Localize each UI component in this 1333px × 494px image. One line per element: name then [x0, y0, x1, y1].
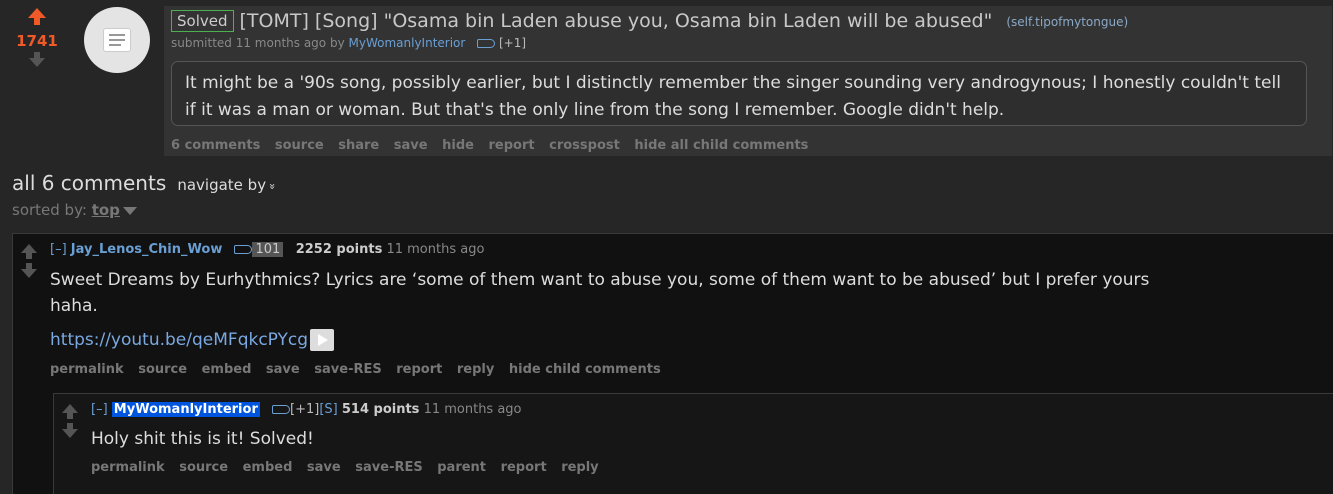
- comment-body: Sweet Dreams by Eurhythmics? Lyrics are …: [50, 267, 1170, 353]
- parent-button[interactable]: parent: [437, 460, 486, 475]
- embed-button[interactable]: embed: [202, 362, 252, 377]
- comment-tagline: [–] Jay_Lenos_Chin_Wow 101 2252 points 1…: [50, 242, 484, 257]
- comment-tagline: [–] MyWomanlyInterior [+1][S] 514 points…: [91, 402, 522, 417]
- chevron-down-icon: »: [265, 183, 279, 190]
- comment-points: 514 points: [341, 402, 420, 417]
- comments-count-title: all 6 comments: [12, 171, 167, 195]
- source-button[interactable]: source: [179, 460, 228, 475]
- solved-flair: Solved: [171, 10, 234, 32]
- user-vote-count: 101: [252, 242, 284, 257]
- post-title[interactable]: [TOMT] [Song] "Osama bin Laden abuse you…: [240, 10, 993, 32]
- author-vote-tag: [+1]: [498, 36, 527, 50]
- self-post-thumbnail-icon[interactable]: [84, 7, 150, 73]
- comment: [–] Jay_Lenos_Chin_Wow 101 2252 points 1…: [12, 233, 1333, 494]
- source-button[interactable]: source: [275, 138, 324, 153]
- sort-dropdown[interactable]: top: [92, 201, 120, 219]
- comments-link[interactable]: 6 comments: [171, 138, 260, 153]
- save-button[interactable]: save: [394, 138, 428, 153]
- reply-button[interactable]: reply: [561, 460, 598, 475]
- post-author[interactable]: MyWomanlyInterior: [349, 36, 466, 50]
- hide-child-comments-button[interactable]: hide child comments: [509, 362, 661, 377]
- upvote-arrow-icon[interactable]: [21, 244, 41, 259]
- permalink-button[interactable]: permalink: [91, 460, 165, 475]
- post-container: Solved [TOMT] [Song] "Osama bin Laden abu…: [164, 6, 1332, 156]
- post-selftext: It might be a '90s song, possibly earlie…: [171, 61, 1307, 126]
- navigate-by-button[interactable]: navigate by»: [177, 176, 279, 194]
- save-res-button[interactable]: save-RES: [314, 362, 381, 377]
- hide-all-child-comments-button[interactable]: hide all child comments: [634, 138, 808, 153]
- tagline-prefix: submitted 11 months ago by: [171, 36, 345, 50]
- upvote-arrow-icon[interactable]: [28, 8, 46, 25]
- navigate-by-label: navigate by: [177, 176, 267, 194]
- comment-vote: [62, 404, 82, 438]
- comment-author[interactable]: Jay_Lenos_Chin_Wow: [71, 242, 223, 257]
- hide-button[interactable]: hide: [442, 138, 474, 153]
- user-vote-tag: [+1]: [290, 402, 320, 417]
- permalink-button[interactable]: permalink: [50, 362, 124, 377]
- comment-text: Holy shit this is it! Solved!: [91, 429, 314, 449]
- save-button[interactable]: save: [307, 460, 341, 475]
- comment-time: 11 months ago: [386, 242, 485, 257]
- sort-dropdown-icon[interactable]: [122, 206, 137, 215]
- submitter-tag[interactable]: [S]: [319, 402, 337, 417]
- report-button[interactable]: report: [489, 138, 535, 153]
- post-title-line: Solved [TOMT] [Song] "Osama bin Laden abu…: [171, 10, 1128, 34]
- report-button[interactable]: report: [501, 460, 547, 475]
- post-score: 1741: [16, 32, 58, 50]
- save-res-button[interactable]: save-RES: [355, 460, 422, 475]
- collapse-toggle[interactable]: [–]: [91, 402, 108, 417]
- upvote-arrow-icon[interactable]: [62, 404, 82, 419]
- crosspost-button[interactable]: crosspost: [549, 138, 620, 153]
- downvote-arrow-icon[interactable]: [21, 263, 41, 278]
- comment-vote: [21, 244, 41, 278]
- comment-buttons: permalink source embed save save-RES rep…: [50, 362, 671, 377]
- post-tagline: submitted 11 months ago by MyWomanlyInte…: [171, 36, 526, 50]
- comment-buttons: permalink source embed save save-RES par…: [91, 460, 609, 475]
- comment: [–] MyWomanlyInterior [+1][S] 514 points…: [53, 393, 1333, 494]
- comment-time: 11 months ago: [423, 402, 522, 417]
- save-button[interactable]: save: [266, 362, 300, 377]
- sort-control: sorted by: top: [12, 201, 137, 219]
- downvote-arrow-icon[interactable]: [29, 52, 45, 67]
- share-button[interactable]: share: [338, 138, 379, 153]
- comment-author-op[interactable]: MyWomanlyInterior: [111, 402, 260, 417]
- user-tag-icon[interactable]: [477, 39, 496, 48]
- post-vote-column: 1741: [12, 8, 62, 71]
- comment-points: 2252 points: [295, 242, 383, 257]
- embed-button[interactable]: embed: [243, 460, 293, 475]
- collapse-toggle[interactable]: [–]: [50, 242, 67, 257]
- comment-text: Sweet Dreams by Eurhythmics? Lyrics are …: [50, 270, 1150, 316]
- comments-header: all 6 comments navigate by»: [12, 171, 279, 195]
- report-button[interactable]: report: [396, 362, 442, 377]
- sorted-by-label: sorted by:: [12, 201, 87, 219]
- comment-body: Holy shit this is it! Solved!: [91, 426, 1191, 452]
- play-video-icon[interactable]: [310, 329, 335, 351]
- user-tag-icon[interactable]: [272, 405, 290, 414]
- source-button[interactable]: source: [138, 362, 187, 377]
- post-domain[interactable]: (self.tipofmytongue): [1006, 15, 1128, 29]
- youtube-link[interactable]: https://youtu.be/qeMFqkcPYcg: [50, 330, 308, 350]
- user-tag-icon[interactable]: [234, 245, 253, 254]
- downvote-arrow-icon[interactable]: [62, 423, 82, 438]
- reply-button[interactable]: reply: [457, 362, 494, 377]
- post-buttons: 6 comments source share save hide report…: [171, 138, 818, 153]
